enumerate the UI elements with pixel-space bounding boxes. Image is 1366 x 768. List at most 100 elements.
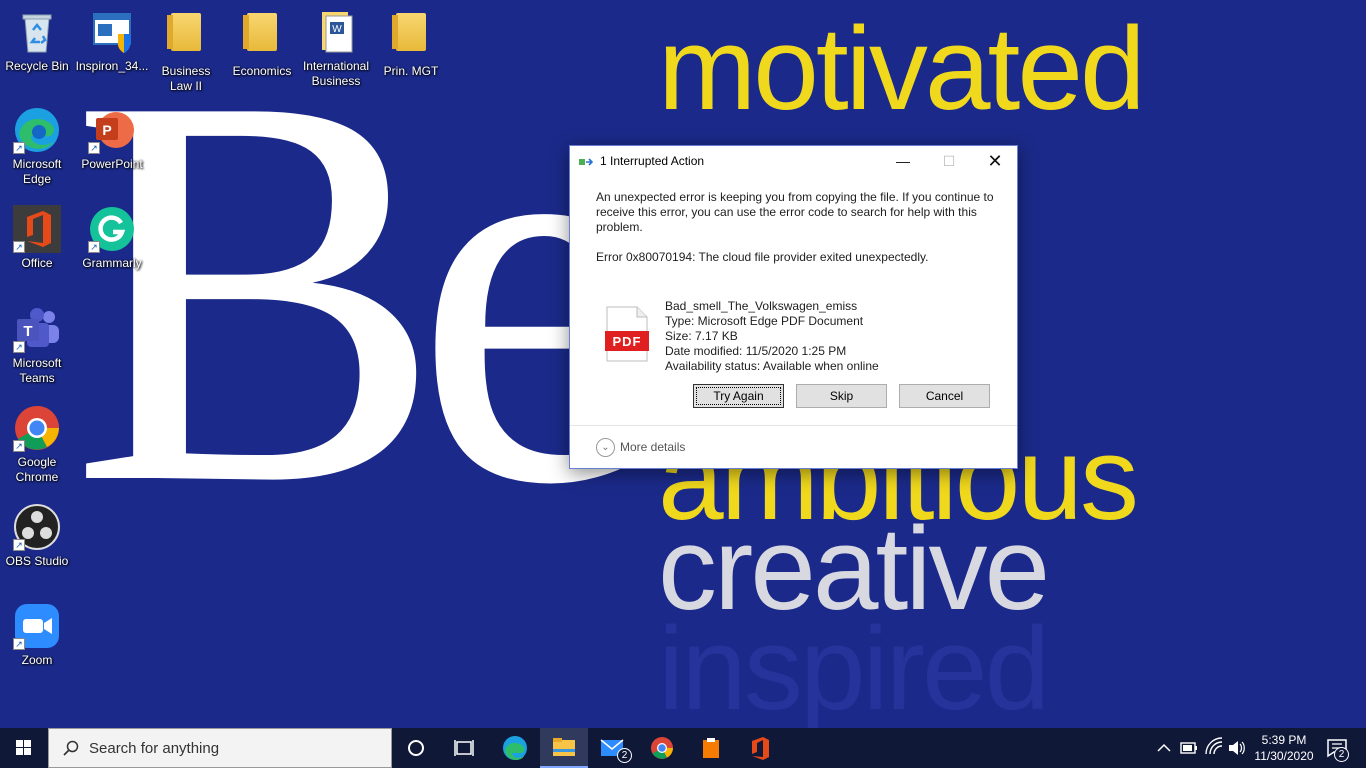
- file-copy-icon: [579, 155, 595, 167]
- folder-icon: [162, 13, 210, 61]
- desktop-icon-zoom[interactable]: ↗ Zoom: [0, 602, 74, 668]
- desktop-icon-powerpoint[interactable]: P ↗ PowerPoint: [75, 106, 149, 172]
- error-code: Error 0x80070194: The cloud file provide…: [596, 250, 929, 264]
- desktop-icon-label: Microsoft Edge: [12, 157, 62, 186]
- dialog-title: 1 Interrupted Action: [600, 154, 705, 168]
- recycle-bin-icon: [13, 8, 61, 56]
- edge-icon: [503, 736, 527, 761]
- desktop-icon-label: Recycle Bin: [5, 59, 69, 73]
- desktop-icon-economics[interactable]: Economics: [225, 8, 299, 79]
- taskbar-chrome-button[interactable]: [638, 728, 686, 768]
- taskbar-office-lens-button[interactable]: [687, 728, 735, 768]
- desktop-icon-office[interactable]: ↗ Office: [0, 205, 74, 271]
- close-button[interactable]: ✕: [972, 146, 1018, 176]
- powerpoint-icon: P ↗: [88, 106, 136, 154]
- speaker-icon: [1229, 741, 1245, 755]
- notification-badge: 2: [1334, 747, 1349, 762]
- desktop-icon-recycle-bin[interactable]: Recycle Bin: [0, 8, 74, 74]
- search-placeholder: Search for anything: [89, 739, 220, 757]
- svg-text:P: P: [102, 122, 111, 138]
- desktop-icon-label: Inspiron_34...: [75, 59, 149, 73]
- desktop-icon-label: Business Law II: [161, 64, 211, 93]
- shortcut-arrow-icon: ↗: [88, 241, 100, 253]
- cortana-icon: [408, 740, 424, 756]
- file-info: Bad_smell_The_Volkswagen_emiss Type: Mic…: [665, 299, 879, 374]
- interrupted-action-dialog: 1 Interrupted Action — ☐ ✕ An unexpected…: [569, 145, 1018, 469]
- minimize-button[interactable]: —: [880, 146, 926, 176]
- network-button[interactable]: [1202, 728, 1226, 768]
- file-type: Type: Microsoft Edge PDF Document: [665, 314, 864, 328]
- desktop-icon-label: Office: [21, 256, 53, 270]
- file-explorer-icon: [553, 738, 575, 756]
- more-details-label: More details: [620, 440, 686, 454]
- dialog-titlebar[interactable]: 1 Interrupted Action — ☐ ✕: [570, 146, 1017, 176]
- cortana-button[interactable]: [392, 728, 440, 768]
- desktop-icon-label: Zoom: [21, 653, 53, 667]
- volume-button[interactable]: [1226, 728, 1248, 768]
- file-date-modified: Date modified: 11/5/2020 1:25 PM: [665, 344, 847, 358]
- pdf-icon-text: PDF: [612, 334, 642, 349]
- desktop-icon-prin-mgt[interactable]: Prin. MGT: [374, 8, 448, 79]
- office-icon: [752, 737, 769, 760]
- folder-icon: [238, 13, 286, 61]
- desktop-icon-inspiron[interactable]: Inspiron_34...: [75, 8, 149, 74]
- taskbar-file-explorer-button[interactable]: [540, 728, 588, 768]
- try-again-button[interactable]: Try Again: [693, 384, 784, 408]
- grammarly-icon: ↗: [88, 205, 136, 253]
- desktop-icon-label: Google Chrome: [15, 455, 59, 484]
- desktop-icon-label: Grammarly: [82, 256, 142, 270]
- cancel-button[interactable]: Cancel: [899, 384, 990, 408]
- shortcut-arrow-icon: ↗: [13, 341, 25, 353]
- desktop-icon-microsoft-teams[interactable]: T ↗ Microsoft Teams: [0, 305, 74, 386]
- desktop-icon-obs-studio[interactable]: ↗ OBS Studio: [0, 503, 74, 569]
- shortcut-arrow-icon: ↗: [13, 539, 25, 551]
- taskbar-office-button[interactable]: [736, 728, 784, 768]
- skip-button[interactable]: Skip: [796, 384, 887, 408]
- file-name: Bad_smell_The_Volkswagen_emiss: [665, 299, 858, 313]
- desktop-icon-microsoft-edge[interactable]: ↗ Microsoft Edge: [0, 106, 74, 187]
- wifi-icon: [1205, 737, 1223, 755]
- chrome-icon: ↗: [13, 404, 61, 452]
- desktop-icon-label: Economics: [232, 64, 292, 78]
- maximize-button[interactable]: ☐: [926, 146, 972, 176]
- desktop-icon-business-law[interactable]: Business Law II: [149, 8, 223, 94]
- desktop-icon-label: Microsoft Teams: [12, 356, 62, 385]
- task-view-button[interactable]: [440, 728, 488, 768]
- start-button[interactable]: [0, 728, 48, 768]
- taskbar-search-box[interactable]: Search for anything: [48, 728, 392, 768]
- taskbar: Search for anything 2 5:39 PM 11/30/2020: [0, 728, 1366, 768]
- word-document-icon: W: [312, 8, 360, 56]
- chrome-icon: [651, 737, 673, 759]
- desktop-icon-label: International Business: [302, 59, 370, 88]
- obs-icon: ↗: [13, 503, 61, 551]
- teams-icon: T ↗: [13, 305, 61, 353]
- show-hidden-icons-button[interactable]: [1152, 728, 1176, 768]
- desktop-icon-international-business[interactable]: W International Business: [299, 8, 373, 89]
- installer-icon: [88, 8, 136, 56]
- desktop-icon-label: OBS Studio: [5, 554, 69, 568]
- taskbar-mail-button[interactable]: 2: [589, 728, 637, 768]
- windows-logo-icon: [16, 740, 31, 755]
- error-message: An unexpected error is keeping you from …: [596, 190, 994, 234]
- svg-text:W: W: [332, 24, 342, 35]
- wallpaper-word-motivated: motivated: [658, 3, 1146, 135]
- taskbar-edge-button[interactable]: [491, 728, 539, 768]
- taskbar-clock[interactable]: 5:39 PM 11/30/2020: [1246, 732, 1322, 764]
- file-size: Size: 7.17 KB: [665, 329, 738, 343]
- battery-icon: [1180, 742, 1197, 754]
- folder-icon: [387, 13, 435, 61]
- search-icon: [63, 740, 79, 756]
- shortcut-arrow-icon: ↗: [88, 142, 100, 154]
- svg-text:T: T: [23, 323, 32, 340]
- action-center-button[interactable]: 2: [1318, 728, 1358, 768]
- more-details-toggle[interactable]: ⌄ More details: [570, 425, 1017, 468]
- task-view-icon: [454, 740, 474, 756]
- mail-icon: [600, 739, 624, 756]
- shortcut-arrow-icon: ↗: [13, 142, 25, 154]
- desktop-icon-google-chrome[interactable]: ↗ Google Chrome: [0, 404, 74, 485]
- desktop-icon-grammarly[interactable]: ↗ Grammarly: [75, 205, 149, 271]
- desktop-icon-label: PowerPoint: [81, 157, 143, 171]
- mail-badge: 2: [617, 748, 632, 763]
- zoom-icon: ↗: [13, 602, 61, 650]
- battery-button[interactable]: [1177, 728, 1201, 768]
